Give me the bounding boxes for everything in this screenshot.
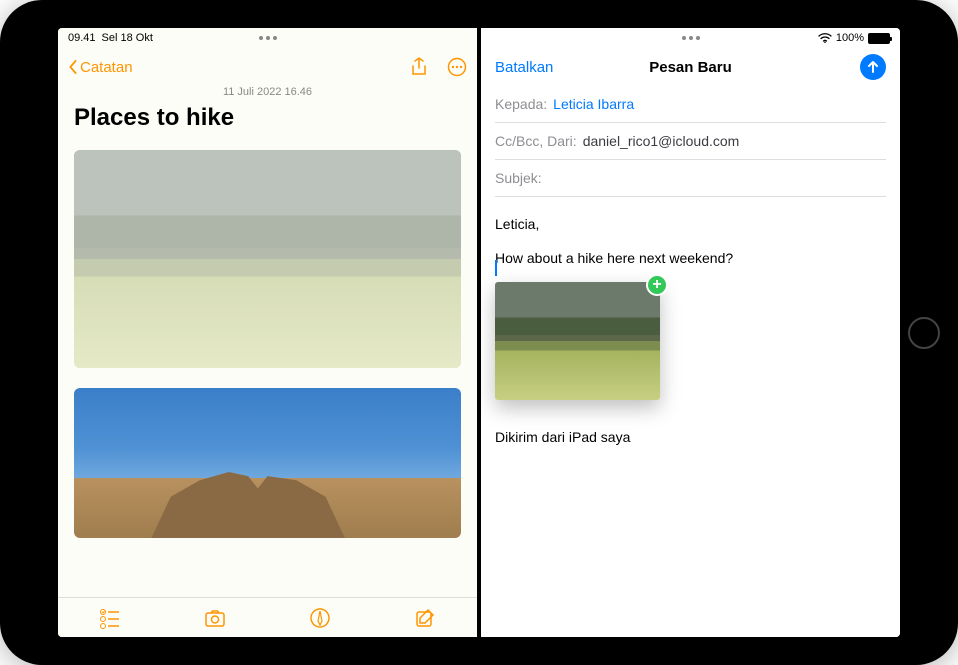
- send-button[interactable]: [860, 54, 886, 80]
- chevron-left-icon: [68, 60, 78, 74]
- body-text: How about a hike here next weekend?: [495, 249, 886, 269]
- note-title: Places to hike: [74, 104, 461, 132]
- from-value: daniel_rico1@icloud.com: [583, 133, 740, 149]
- multitask-dot[interactable]: [259, 36, 263, 40]
- mail-app-pane: 100% Batalkan Pesan Baru Kepada: Leticia…: [481, 28, 900, 637]
- multitask-dot[interactable]: [273, 36, 277, 40]
- more-button[interactable]: [447, 57, 467, 77]
- body-greeting: Leticia,: [495, 215, 886, 235]
- multitask-dot[interactable]: [696, 36, 700, 40]
- back-label: Catatan: [80, 59, 133, 76]
- wifi-icon: [818, 33, 832, 43]
- multitask-dot[interactable]: [266, 36, 270, 40]
- note-body[interactable]: 11 Juli 2022 16.46 Places to hike: [58, 86, 477, 597]
- markup-icon: [309, 607, 331, 629]
- arrow-up-icon: [866, 60, 880, 74]
- mail-signature: Dikirim dari iPad saya: [495, 428, 886, 448]
- multitask-dot[interactable]: [689, 36, 693, 40]
- plus-badge-icon: +: [646, 274, 668, 296]
- mail-title: Pesan Baru: [649, 59, 732, 76]
- compose-button[interactable]: [414, 607, 436, 629]
- text-cursor: [495, 260, 497, 276]
- status-bar-left: 09.41 Sel 18 Okt: [58, 28, 477, 48]
- markup-button[interactable]: [309, 607, 331, 629]
- to-label: Kepada:: [495, 96, 547, 112]
- battery-icon: [868, 33, 890, 44]
- home-button[interactable]: [908, 317, 940, 349]
- drag-selection-overlay: [74, 150, 461, 368]
- status-date: Sel 18 Okt: [102, 32, 153, 44]
- notes-bottom-toolbar: [58, 597, 477, 637]
- back-button[interactable]: Catatan: [68, 59, 133, 76]
- status-bar-right: 100%: [481, 28, 900, 48]
- mail-body-area[interactable]: Leticia, How about a hike here next week…: [481, 197, 900, 637]
- notes-app-pane: 09.41 Sel 18 Okt Catatan: [58, 28, 477, 637]
- note-date: 11 Juli 2022 16.46: [74, 86, 461, 98]
- mail-fields: Kepada: Leticia Ibarra Cc/Bcc, Dari: dan…: [481, 86, 900, 197]
- checklist-icon: [99, 607, 121, 629]
- camera-button[interactable]: [204, 607, 226, 629]
- status-time: 09.41: [68, 32, 96, 44]
- to-value[interactable]: Leticia Ibarra: [553, 96, 634, 112]
- share-icon: [409, 57, 429, 77]
- mail-header: Batalkan Pesan Baru: [481, 48, 900, 86]
- subject-field[interactable]: Subjek:: [495, 160, 886, 197]
- screen: 09.41 Sel 18 Okt Catatan: [58, 28, 900, 637]
- battery-percent: 100%: [836, 32, 864, 44]
- more-icon: [447, 57, 467, 77]
- compose-icon: [414, 607, 436, 629]
- dragged-image-attachment[interactable]: +: [495, 282, 660, 400]
- note-image-2[interactable]: [74, 388, 461, 538]
- rock-formation: [151, 456, 345, 539]
- cc-bcc-field[interactable]: Cc/Bcc, Dari: daniel_rico1@icloud.com: [495, 123, 886, 160]
- note-image-1[interactable]: [74, 150, 461, 368]
- subject-label: Subjek:: [495, 170, 542, 186]
- share-button[interactable]: [409, 57, 429, 77]
- camera-icon: [204, 607, 226, 629]
- multitask-dot[interactable]: [682, 36, 686, 40]
- cc-label: Cc/Bcc, Dari:: [495, 133, 577, 149]
- cancel-button[interactable]: Batalkan: [495, 59, 553, 76]
- notes-header: Catatan: [58, 48, 477, 86]
- checklist-button[interactable]: [99, 607, 121, 629]
- ipad-device-frame: 09.41 Sel 18 Okt Catatan: [0, 0, 958, 665]
- to-field[interactable]: Kepada: Leticia Ibarra: [495, 86, 886, 123]
